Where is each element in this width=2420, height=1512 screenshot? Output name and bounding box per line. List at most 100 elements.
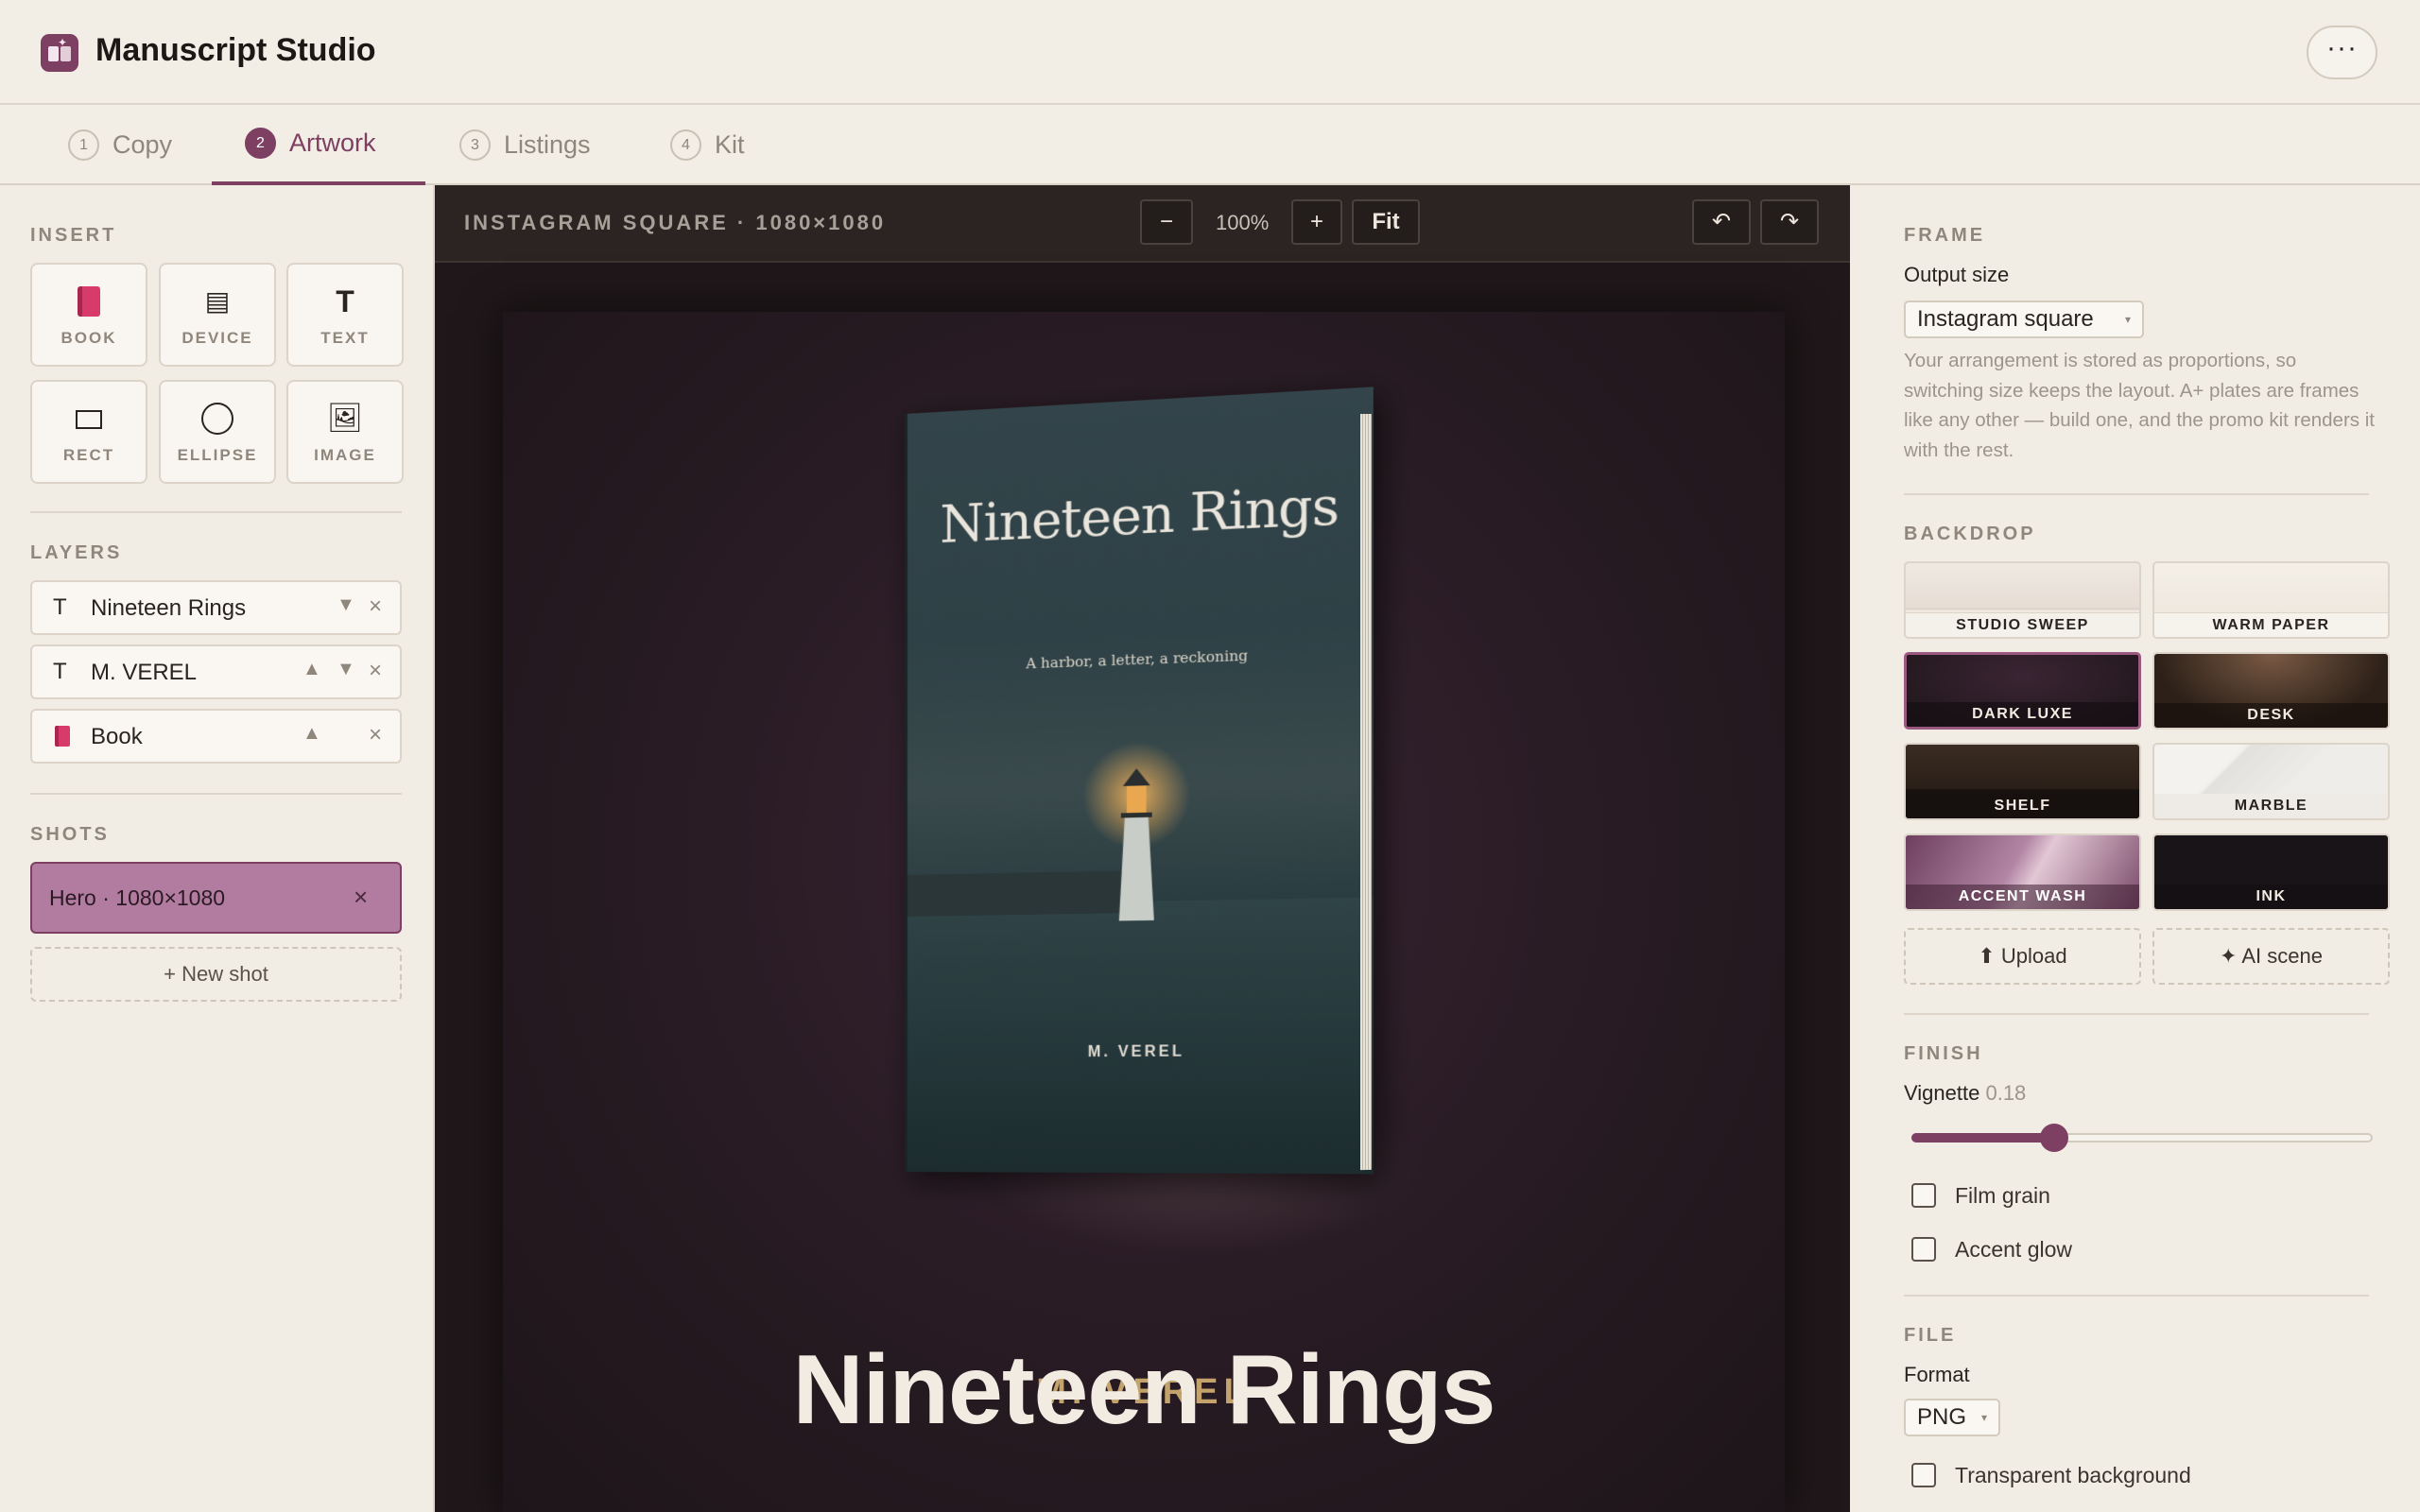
tab-listings[interactable]: 3 Listings — [459, 105, 591, 185]
frame-note: Your arrangement is stored as proportion… — [1904, 350, 2375, 461]
delete-layer-icon[interactable]: × — [369, 658, 382, 684]
new-shot-button[interactable]: + New shot — [30, 947, 402, 1002]
format-label: Format — [1904, 1363, 1970, 1386]
layer-item[interactable]: T Nineteen Rings ▼ × — [30, 580, 402, 635]
upload-backdrop-button[interactable]: ⬆ Upload — [1904, 928, 2141, 985]
tab-copy[interactable]: 1 Copy — [68, 105, 172, 185]
tab-number: 3 — [459, 129, 491, 161]
tab-label: Artwork — [289, 129, 376, 157]
zoom-level: 100% — [1216, 211, 1270, 234]
tab-number: 4 — [670, 129, 701, 161]
layer-item[interactable]: T M. VEREL ▲ ▼ × — [30, 644, 402, 699]
divider — [1904, 1295, 2369, 1297]
film-grain-checkbox[interactable] — [1911, 1183, 1936, 1208]
output-size-value: Instagram square — [1917, 306, 2094, 332]
film-grain-label: Film grain — [1955, 1183, 2050, 1208]
backdrop-dark-luxe[interactable]: DARK LUXE — [1904, 652, 2141, 730]
more-menu-button[interactable]: ··· — [2307, 26, 2377, 79]
text-layer-icon: T — [53, 594, 67, 620]
app-logo-icon: ✦ — [41, 34, 78, 72]
layer-name: Book — [91, 724, 143, 749]
layer-name: Nineteen Rings — [91, 595, 247, 621]
tab-number: 1 — [68, 129, 99, 161]
image-icon: 🖼 — [326, 403, 364, 434]
insert-text-button[interactable]: T TEXT — [286, 263, 404, 367]
left-panel: INSERT BOOK ▤ DEVICE T TEXT RECT ELLIPSE… — [0, 185, 435, 1512]
move-down-icon[interactable]: ▼ — [337, 594, 355, 616]
vignette-value: 0.18 — [1985, 1081, 2027, 1105]
tab-artwork[interactable]: 2 Artwork — [212, 105, 425, 185]
zoom-out-button[interactable]: − — [1140, 199, 1193, 245]
finish-section-title: FINISH — [1904, 1043, 1983, 1064]
insert-book-button[interactable]: BOOK — [30, 263, 147, 367]
ai-scene-button[interactable]: ✦ AI scene — [2152, 928, 2390, 985]
move-down-icon[interactable]: ▼ — [337, 659, 355, 680]
book-cover-title: Nineteen Rings — [940, 474, 1339, 556]
insert-device-button[interactable]: ▤ DEVICE — [159, 263, 276, 367]
zoom-in-button[interactable]: + — [1291, 199, 1342, 245]
accent-glow-checkbox[interactable] — [1911, 1237, 1936, 1262]
book-layer-icon — [55, 726, 70, 747]
insert-ellipse-button[interactable]: ELLIPSE — [159, 380, 276, 484]
insert-label: DEVICE — [182, 329, 253, 347]
transparent-bg-checkbox[interactable] — [1911, 1463, 1936, 1487]
book-mockup[interactable]: Nineteen Rings A harbor, a letter, a rec… — [905, 387, 1374, 1181]
backdrop-marble[interactable]: MARBLE — [2152, 743, 2390, 820]
redo-button[interactable]: ↷ — [1760, 199, 1819, 245]
backdrop-label: ACCENT WASH — [1906, 885, 2139, 909]
insert-image-button[interactable]: 🖼 IMAGE — [286, 380, 404, 484]
move-up-icon[interactable]: ▲ — [302, 723, 321, 745]
delete-layer-icon[interactable]: × — [369, 722, 382, 748]
book-page-edge — [1360, 413, 1372, 1171]
vignette-label-text: Vignette — [1904, 1081, 1980, 1105]
backdrop-desk[interactable]: DESK — [2152, 652, 2390, 730]
vignette-slider-handle[interactable] — [2040, 1124, 2068, 1152]
canvas-size-label: INSTAGRAM SQUARE · 1080×1080 — [464, 211, 887, 234]
canvas-title-text[interactable]: Nineteen Rings — [503, 1334, 1785, 1447]
backdrop-warm-paper[interactable]: WARM PAPER — [2152, 561, 2390, 639]
insert-label: ELLIPSE — [177, 446, 258, 464]
file-section-title: FILE — [1904, 1325, 1957, 1346]
rect-icon — [76, 410, 102, 429]
layer-item[interactable]: Book ▲ × — [30, 709, 402, 764]
tab-label: Kit — [715, 130, 745, 159]
output-size-label: Output size — [1904, 263, 2010, 286]
backdrop-label: STUDIO SWEEP — [1906, 612, 2139, 637]
backdrop-accent-wash[interactable]: ACCENT WASH — [1904, 833, 2141, 911]
shot-item[interactable]: Hero · 1080×1080 × — [30, 862, 402, 934]
format-select[interactable]: PNG ▾ — [1904, 1399, 2000, 1436]
chevron-down-icon: ▾ — [1980, 1411, 1987, 1424]
backdrop-ink[interactable]: INK — [2152, 833, 2390, 911]
insert-rect-button[interactable]: RECT — [30, 380, 147, 484]
output-size-select[interactable]: Instagram square ▾ — [1904, 301, 2144, 338]
tab-label: Listings — [504, 130, 591, 159]
insert-label: TEXT — [320, 329, 370, 347]
insert-label: BOOK — [60, 329, 117, 347]
delete-shot-icon[interactable]: × — [354, 883, 368, 912]
canvas-scrollbar[interactable] — [1850, 185, 1872, 1512]
book-cover: Nineteen Rings A harbor, a letter, a rec… — [905, 387, 1374, 1175]
divider — [1904, 1013, 2369, 1015]
artwork-canvas[interactable]: Nineteen Rings A harbor, a letter, a rec… — [503, 312, 1785, 1512]
backdrop-label: MARBLE — [2154, 794, 2388, 818]
move-up-icon[interactable]: ▲ — [302, 659, 321, 680]
divider — [30, 793, 402, 795]
app-title: Manuscript Studio — [95, 32, 376, 68]
step-tabs: 1 Copy 2 Artwork 3 Listings 4 Kit — [0, 105, 2420, 185]
undo-button[interactable]: ↶ — [1692, 199, 1751, 245]
backdrop-label: SHELF — [1906, 794, 2139, 818]
insert-label: RECT — [62, 446, 115, 464]
layers-section-title: LAYERS — [30, 542, 123, 563]
canvas-area: INSTAGRAM SQUARE · 1080×1080 − 100% + Fi… — [435, 185, 1872, 1512]
chevron-down-icon: ▾ — [2124, 313, 2131, 326]
transparent-bg-label: Transparent background — [1955, 1463, 2191, 1487]
backdrop-section-title: BACKDROP — [1904, 524, 2036, 544]
delete-layer-icon[interactable]: × — [369, 593, 382, 620]
fit-button[interactable]: Fit — [1352, 199, 1420, 245]
backdrop-shelf[interactable]: SHELF — [1904, 743, 2141, 820]
backdrop-label: INK — [2154, 885, 2388, 909]
text-icon: T — [336, 284, 354, 318]
backdrop-studio-sweep[interactable]: STUDIO SWEEP — [1904, 561, 2141, 639]
tab-kit[interactable]: 4 Kit — [670, 105, 745, 185]
divider — [1904, 493, 2369, 495]
